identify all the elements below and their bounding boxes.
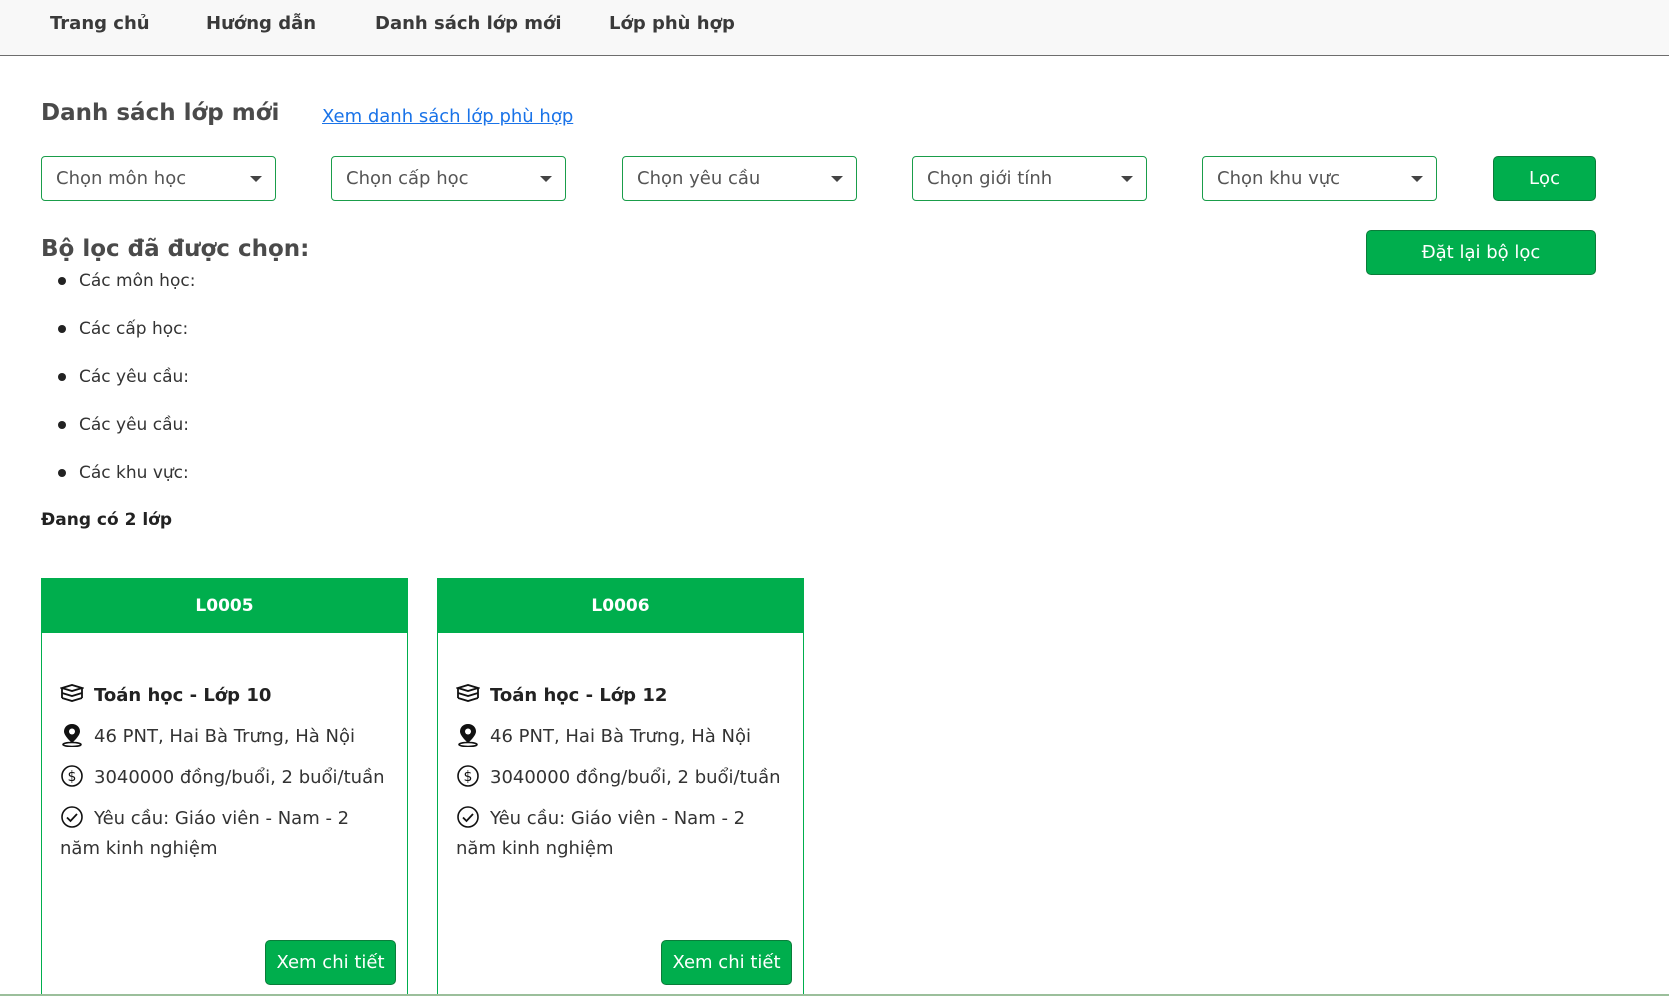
matching-list-link[interactable]: Xem danh sách lớp phù hợp	[322, 106, 573, 127]
class-requirement: Yêu cầu: Giáo viên - Nam - 2 năm kinh ng…	[60, 808, 350, 859]
location-pin-icon	[62, 724, 82, 747]
selected-filter-label: Các khu vực:	[79, 463, 189, 483]
requirement-select-label: Chọn yêu cầu	[637, 168, 761, 189]
class-fee: 3040000 đồng/buổi, 2 buổi/tuần	[490, 767, 781, 788]
svg-text:$: $	[68, 769, 77, 785]
book-stack-icon	[456, 684, 480, 702]
view-detail-button[interactable]: Xem chi tiết	[661, 940, 792, 985]
class-code: L0005	[42, 579, 407, 633]
selected-filters-title: Bộ lọc đã được chọn:	[41, 236, 310, 262]
class-subject-row: Toán học - Lớp 10	[60, 681, 271, 711]
class-address: 46 PNT, Hai Bà Trưng, Hà Nội	[94, 726, 355, 747]
selected-filter-areas: Các khu vực:	[41, 460, 195, 508]
bullet-dot	[58, 325, 66, 333]
subject-select-label: Chọn môn học	[56, 168, 187, 189]
selected-filter-label: Các yêu cầu:	[79, 415, 190, 435]
class-requirement-row: Yêu cầu: Giáo viên - Nam - 2 năm kinh ng…	[60, 804, 390, 864]
check-circle-icon	[457, 806, 479, 828]
class-requirement: Yêu cầu: Giáo viên - Nam - 2 năm kinh ng…	[456, 808, 746, 859]
class-subject-row: Toán học - Lớp 12	[456, 681, 667, 711]
bullet-dot	[58, 421, 66, 429]
class-card: L0005 Toán học - Lớp 10 46 PNT, Hai Bà T…	[41, 578, 408, 996]
bullet-dot	[58, 277, 66, 285]
selected-filter-subjects: Các môn học:	[41, 268, 195, 316]
top-navbar: Trang chủ Hướng dẫn Danh sách lớp mới Lớ…	[0, 0, 1669, 56]
selected-filter-label: Các cấp học:	[79, 319, 189, 339]
class-address: 46 PNT, Hai Bà Trưng, Hà Nội	[490, 726, 751, 747]
gender-select-label: Chọn giới tính	[927, 168, 1053, 189]
class-requirement-row: Yêu cầu: Giáo viên - Nam - 2 năm kinh ng…	[456, 804, 786, 864]
bullet-dot	[58, 469, 66, 477]
class-fee: 3040000 đồng/buổi, 2 buổi/tuần	[94, 767, 385, 788]
reset-filter-button[interactable]: Đặt lại bộ lọc	[1366, 230, 1596, 275]
area-select-label: Chọn khu vực	[1217, 168, 1341, 189]
book-stack-icon	[60, 684, 84, 702]
selected-filter-requirements: Các yêu cầu:	[41, 364, 195, 412]
class-fee-row: $ 3040000 đồng/buổi, 2 buổi/tuần	[60, 763, 385, 793]
selected-filters-list: Các môn học: Các cấp học: Các yêu cầu: C…	[41, 268, 195, 508]
caret-down-icon	[1411, 176, 1423, 182]
class-title: Toán học - Lớp 10	[94, 685, 272, 706]
class-code: L0006	[438, 579, 803, 633]
nav-matching-classes[interactable]: Lớp phù hợp	[609, 13, 735, 34]
nav-home[interactable]: Trang chủ	[50, 13, 150, 34]
caret-down-icon	[250, 176, 262, 182]
requirement-select[interactable]: Chọn yêu cầu	[622, 156, 857, 201]
dollar-circle-icon: $	[457, 765, 479, 787]
selected-filter-label: Các yêu cầu:	[79, 367, 190, 387]
selected-filter-requirements-2: Các yêu cầu:	[41, 412, 195, 460]
location-pin-icon	[458, 724, 478, 747]
class-title: Toán học - Lớp 12	[490, 685, 668, 706]
level-select[interactable]: Chọn cấp học	[331, 156, 566, 201]
class-card: L0006 Toán học - Lớp 12 46 PNT, Hai Bà T…	[437, 578, 804, 996]
caret-down-icon	[831, 176, 843, 182]
nav-new-classes[interactable]: Danh sách lớp mới	[375, 13, 562, 34]
class-address-row: 46 PNT, Hai Bà Trưng, Hà Nội	[456, 722, 751, 752]
caret-down-icon	[540, 176, 552, 182]
level-select-label: Chọn cấp học	[346, 168, 469, 189]
filter-button[interactable]: Lọc	[1493, 156, 1596, 201]
subject-select[interactable]: Chọn môn học	[41, 156, 276, 201]
selected-filter-label: Các môn học:	[79, 271, 196, 291]
class-count: Đang có 2 lớp	[41, 510, 173, 530]
selected-filter-levels: Các cấp học:	[41, 316, 195, 364]
gender-select[interactable]: Chọn giới tính	[912, 156, 1147, 201]
caret-down-icon	[1121, 176, 1133, 182]
dollar-circle-icon: $	[61, 765, 83, 787]
area-select[interactable]: Chọn khu vực	[1202, 156, 1437, 201]
class-address-row: 46 PNT, Hai Bà Trưng, Hà Nội	[60, 722, 355, 752]
svg-text:$: $	[464, 769, 473, 785]
bullet-dot	[58, 373, 66, 381]
nav-guide[interactable]: Hướng dẫn	[206, 13, 316, 34]
view-detail-button[interactable]: Xem chi tiết	[265, 940, 396, 985]
class-fee-row: $ 3040000 đồng/buổi, 2 buổi/tuần	[456, 763, 781, 793]
check-circle-icon	[61, 806, 83, 828]
page-title: Danh sách lớp mới	[41, 100, 280, 126]
